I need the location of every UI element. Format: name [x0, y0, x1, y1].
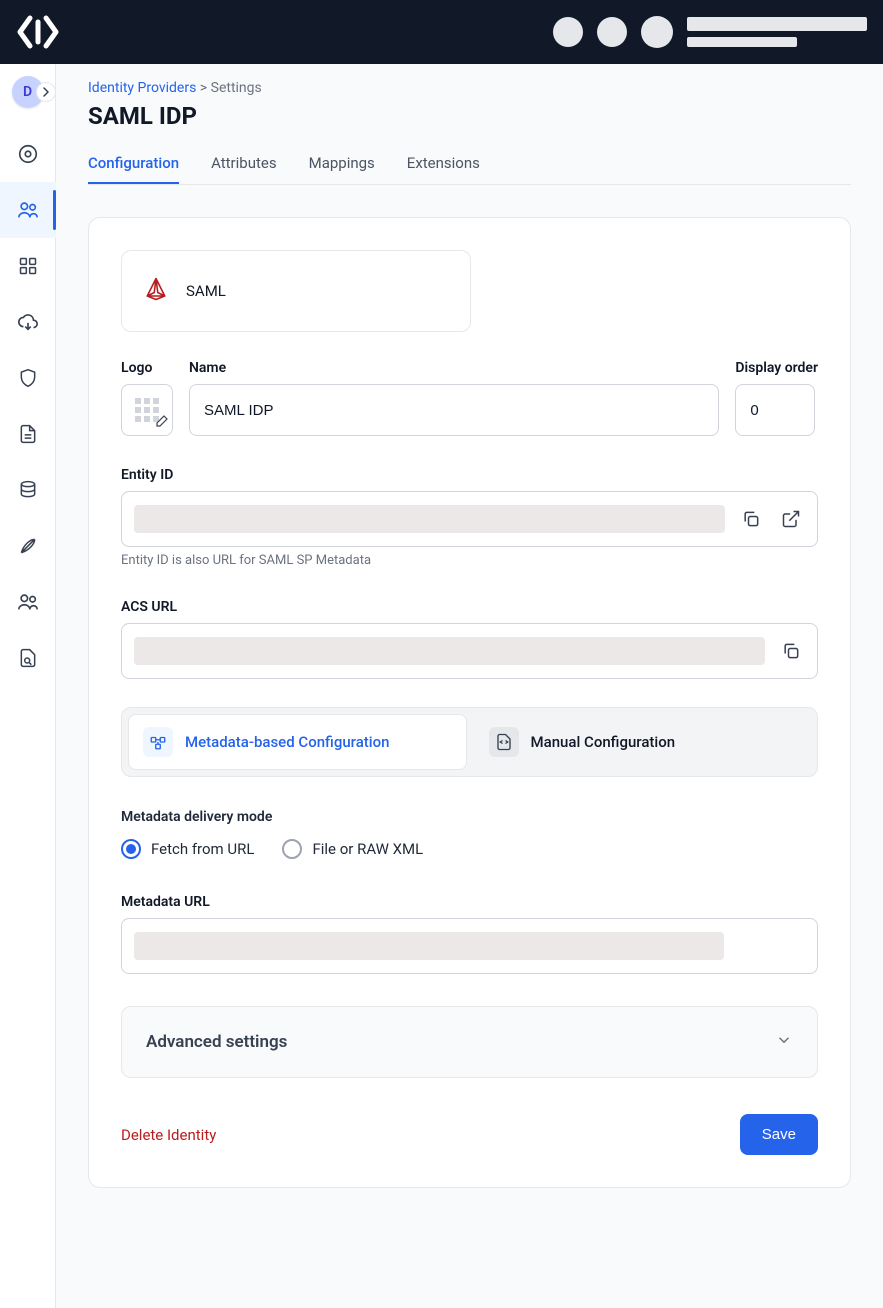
- sidebar-item-overview[interactable]: [0, 126, 56, 182]
- entity-id-label: Entity ID: [121, 467, 173, 483]
- metadata-url-value: [134, 932, 724, 960]
- header-dot-2[interactable]: [597, 17, 627, 47]
- breadcrumb: Identity Providers > Settings: [88, 80, 851, 96]
- acs-url-label: ACS URL: [121, 599, 177, 615]
- header-user-info: [687, 17, 867, 47]
- advanced-settings-toggle[interactable]: Advanced settings: [121, 1006, 818, 1078]
- radio-fetch-url[interactable]: Fetch from URL: [121, 839, 254, 859]
- copy-acs-url-button[interactable]: [777, 637, 805, 665]
- radio-file-raw[interactable]: File or RAW XML: [282, 839, 423, 859]
- sidebar-item-feather[interactable]: [0, 518, 56, 574]
- header-dot-1[interactable]: [553, 17, 583, 47]
- sidebar-item-document[interactable]: [0, 406, 56, 462]
- name-label: Name: [189, 360, 719, 376]
- chevron-down-icon: [775, 1031, 793, 1053]
- pencil-icon: [156, 412, 168, 431]
- sidebar-item-audit[interactable]: [0, 630, 56, 686]
- provider-summary: SAML: [121, 250, 471, 332]
- save-button[interactable]: Save: [740, 1114, 818, 1155]
- entity-id-help: Entity ID is also URL for SAML SP Metada…: [121, 553, 818, 568]
- tab-mappings[interactable]: Mappings: [309, 144, 375, 184]
- delete-identity-link[interactable]: Delete Identity: [121, 1126, 216, 1144]
- entity-id-field: [121, 491, 818, 547]
- config-card: SAML Logo Name: [88, 217, 851, 1188]
- app-header: [0, 0, 883, 64]
- delivery-mode-radios: Fetch from URL File or RAW XML: [121, 839, 818, 859]
- org-switcher[interactable]: D: [6, 70, 50, 114]
- display-order-label: Display order: [735, 360, 818, 376]
- logo-upload[interactable]: [121, 384, 173, 436]
- copy-entity-id-button[interactable]: [737, 505, 765, 533]
- sidebar-item-apps[interactable]: [0, 238, 56, 294]
- metadata-icon: [143, 727, 173, 757]
- breadcrumb-parent[interactable]: Identity Providers: [88, 80, 196, 96]
- header-avatar[interactable]: [641, 16, 673, 48]
- acs-url-field: [121, 623, 818, 679]
- delivery-mode-label: Metadata delivery mode: [121, 809, 818, 825]
- breadcrumb-current: Settings: [211, 80, 262, 96]
- saml-logo-icon: [142, 275, 170, 307]
- config-mode-metadata[interactable]: Metadata-based Configuration: [128, 714, 467, 770]
- config-mode-manual[interactable]: Manual Configuration: [475, 714, 812, 770]
- metadata-url-label: Metadata URL: [121, 894, 210, 910]
- provider-name: SAML: [186, 282, 226, 300]
- logo-label: Logo: [121, 360, 173, 376]
- acs-url-value: [134, 637, 765, 665]
- sidebar-item-database[interactable]: [0, 462, 56, 518]
- sidebar: D: [0, 64, 56, 1308]
- entity-id-value: [134, 505, 725, 533]
- header-actions: [553, 16, 867, 48]
- sidebar-item-team[interactable]: [0, 574, 56, 630]
- sidebar-item-cloud[interactable]: [0, 294, 56, 350]
- app-logo: [16, 14, 60, 50]
- tab-configuration[interactable]: Configuration: [88, 144, 179, 184]
- metadata-url-input[interactable]: [121, 918, 818, 974]
- open-entity-id-button[interactable]: [777, 505, 805, 533]
- page-title: SAML IDP: [88, 102, 851, 130]
- manual-icon: [489, 727, 519, 757]
- main-content: Identity Providers > Settings SAML IDP C…: [56, 64, 883, 1308]
- config-mode-toggle: Metadata-based Configuration Manual Conf…: [121, 707, 818, 777]
- tabs: Configuration Attributes Mappings Extens…: [88, 144, 851, 185]
- sidebar-item-users[interactable]: [0, 182, 56, 238]
- chevron-right-icon: [36, 82, 56, 102]
- sidebar-item-shield[interactable]: [0, 350, 56, 406]
- tab-attributes[interactable]: Attributes: [211, 144, 277, 184]
- name-input[interactable]: [189, 384, 719, 436]
- tab-extensions[interactable]: Extensions: [407, 144, 480, 184]
- display-order-input[interactable]: [735, 384, 815, 436]
